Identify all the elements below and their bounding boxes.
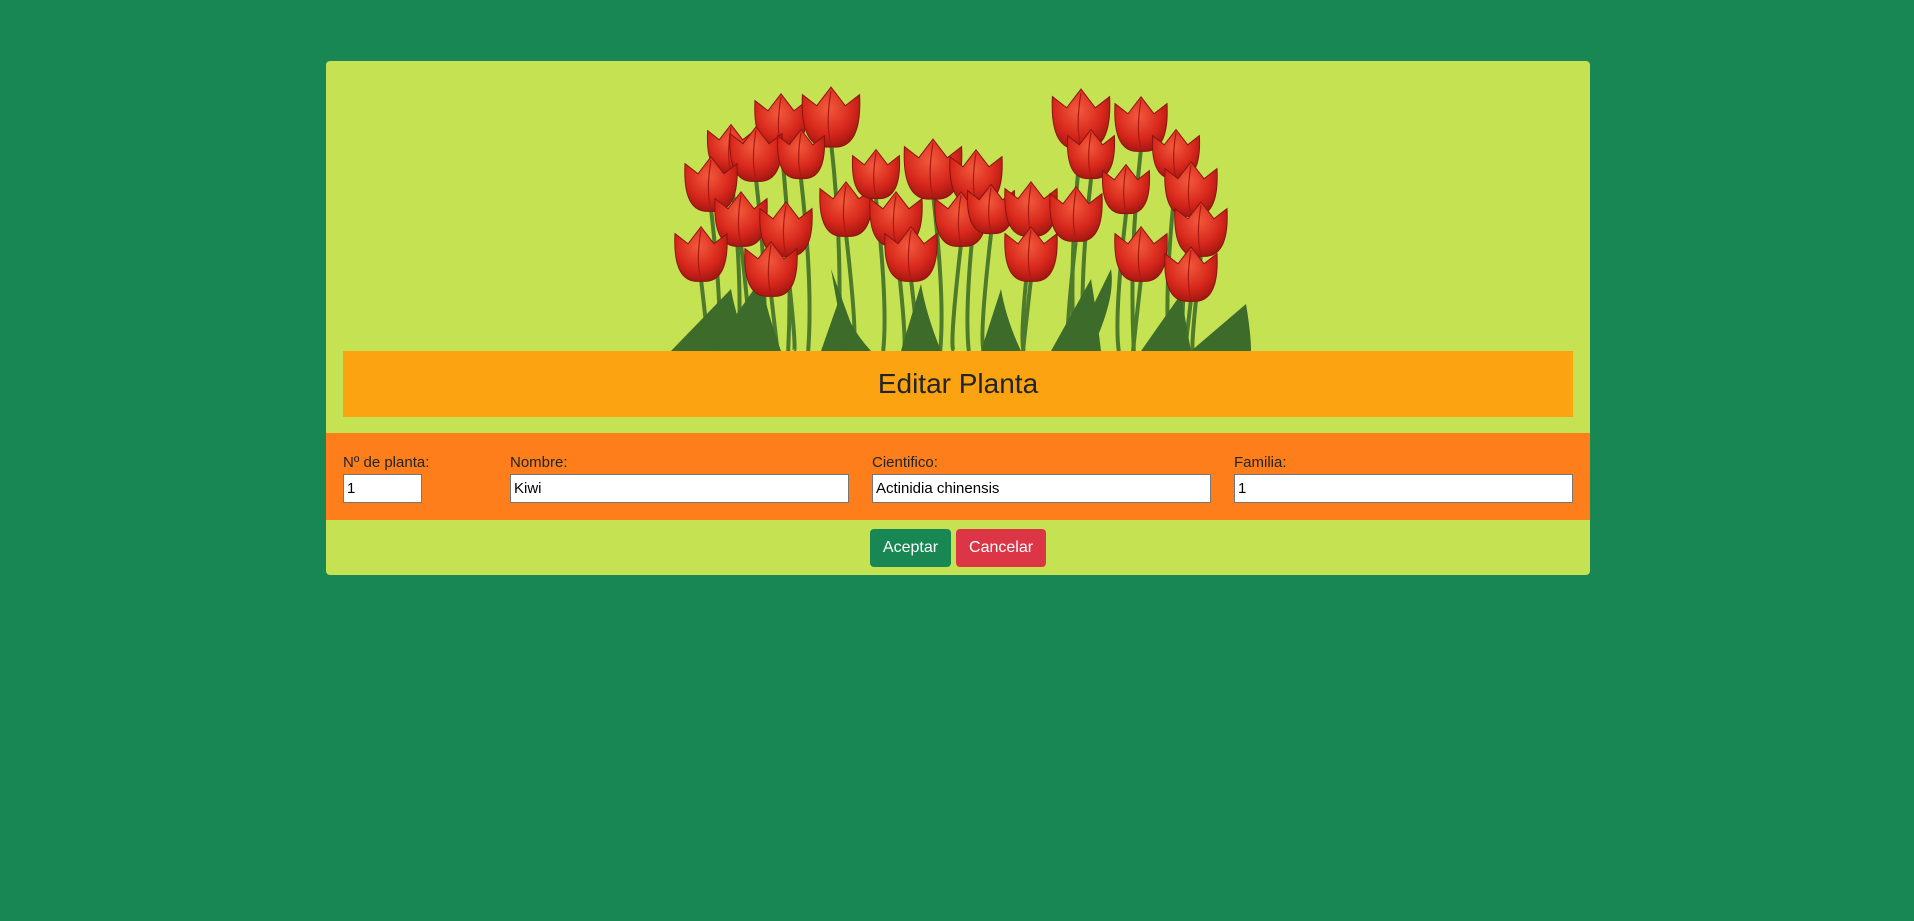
tulips-image [671, 86, 1251, 351]
cancel-button[interactable]: Cancelar [956, 529, 1047, 567]
plant-number-label: Nº de planta: [343, 454, 430, 471]
edit-plant-card: Editar Planta Nº de planta: Nombre: Cien… [326, 61, 1590, 575]
field-name: Nombre: [510, 454, 849, 503]
field-plant-number: Nº de planta: [343, 454, 429, 503]
family-label: Familia: [1234, 454, 1287, 471]
scientific-input[interactable] [872, 474, 1211, 503]
name-label: Nombre: [510, 454, 568, 471]
name-input[interactable] [510, 474, 849, 503]
field-family: Familia: [1234, 454, 1573, 503]
scientific-label: Cientifico: [872, 454, 938, 471]
title-bar: Editar Planta [343, 351, 1573, 417]
form-actions: Aceptar Cancelar [326, 529, 1590, 567]
accept-button[interactable]: Aceptar [869, 529, 952, 567]
banner [326, 61, 1590, 351]
plant-form: Nº de planta: Nombre: Cientifico: Famili… [326, 433, 1590, 520]
family-input[interactable] [1234, 474, 1573, 503]
page-title: Editar Planta [877, 368, 1039, 399]
plant-number-input[interactable] [343, 474, 422, 503]
field-scientific: Cientifico: [872, 454, 1211, 503]
